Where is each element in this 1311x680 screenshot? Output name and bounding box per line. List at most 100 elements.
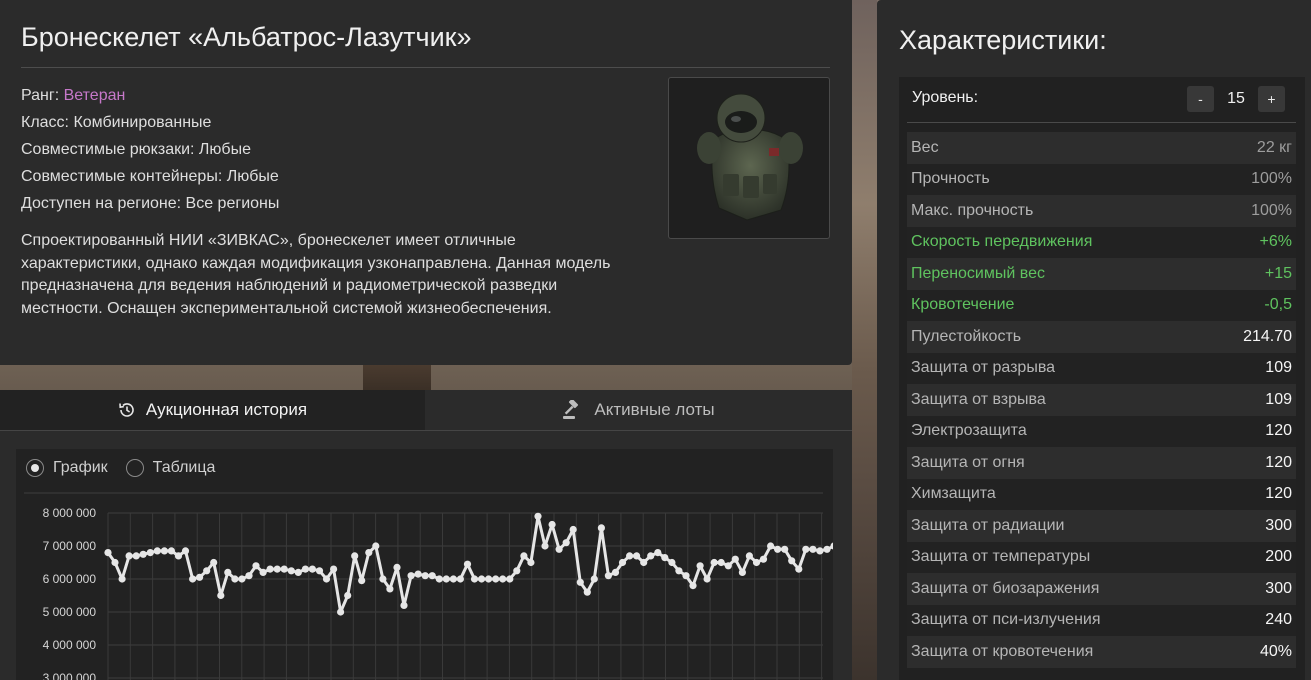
stat-value: 200 — [1265, 548, 1292, 566]
price-point — [315, 567, 324, 575]
price-point — [618, 558, 627, 567]
item-image — [668, 77, 830, 239]
stat-name: Химзащита — [911, 485, 996, 503]
price-point — [287, 567, 295, 575]
price-point — [569, 525, 577, 534]
price-point — [463, 560, 472, 568]
price-point — [478, 575, 486, 583]
class-line: Класс: Комбинированные — [21, 114, 212, 131]
table-radio[interactable] — [125, 459, 144, 477]
price-point — [330, 565, 338, 573]
price-point — [555, 545, 563, 553]
price-point — [703, 575, 711, 583]
price-point — [266, 565, 274, 573]
stats-title: Характеристики: — [899, 25, 1107, 55]
graph-radio[interactable] — [26, 459, 44, 477]
stat-row: Химзащита 120 — [907, 478, 1296, 510]
price-point — [470, 575, 479, 583]
price-point — [696, 562, 704, 570]
price-point — [774, 545, 782, 553]
price-point — [365, 549, 373, 557]
price-point — [210, 558, 218, 567]
price-point — [597, 524, 606, 532]
containers-line: Совместимые контейнеры: Любые — [21, 168, 279, 185]
price-point — [731, 555, 739, 563]
stat-value: 120 — [1265, 485, 1292, 503]
price-point — [583, 588, 591, 596]
stat-value: 40% — [1259, 642, 1292, 660]
rank-label: Ранг: — [21, 87, 60, 104]
price-point — [633, 552, 641, 560]
stat-name: Защита от биозаражения — [911, 579, 1100, 597]
price-point — [781, 545, 789, 553]
price-point — [280, 565, 288, 573]
price-point — [513, 567, 521, 575]
price-point — [492, 575, 500, 583]
y-tick-label: 5 000 000 — [43, 605, 97, 619]
price-point — [449, 575, 457, 583]
price-point — [337, 608, 345, 616]
stat-row: Макс. прочность 100% — [907, 195, 1296, 227]
price-point — [661, 554, 669, 562]
price-point — [167, 547, 175, 555]
price-point — [139, 550, 147, 558]
y-tick-label: 6 000 000 — [43, 572, 97, 586]
price-point — [562, 539, 570, 547]
price-point — [816, 547, 824, 555]
price-point — [442, 575, 450, 583]
price-point — [174, 552, 183, 560]
stat-value: 120 — [1265, 422, 1292, 440]
price-point — [668, 558, 676, 567]
stat-name: Защита от разрыва — [911, 359, 1056, 377]
background-post — [363, 365, 431, 391]
stat-row: Защита от огня 120 — [907, 447, 1296, 479]
stat-row: Защита от разрыва 109 — [907, 352, 1296, 384]
stat-value: 109 — [1265, 390, 1292, 408]
tab-auction-history[interactable]: Аукционная история — [0, 390, 425, 430]
stat-name: Защита от кровотечения — [911, 642, 1094, 660]
stat-value: 100% — [1251, 201, 1292, 219]
stats-box: Уровень: - 15 + Вес 22 кг Прочность 100% Мак… — [899, 77, 1305, 680]
stat-value: 22 кг — [1256, 138, 1292, 156]
auction-tabs: Аукционная история Активные лоты — [0, 390, 852, 431]
history-icon — [118, 401, 136, 419]
price-point — [358, 577, 366, 585]
price-point — [273, 565, 281, 573]
price-point — [710, 558, 718, 567]
item-title: Бронескелет «Альбатрос-Лазутчик» — [21, 22, 472, 52]
price-point — [611, 568, 620, 576]
tab-active-lots[interactable]: Активные лоты — [425, 390, 852, 430]
price-point — [393, 563, 401, 571]
rank-line: Ранг: Ветеран — [21, 82, 279, 109]
level-increase-button[interactable]: + — [1258, 86, 1285, 112]
price-point — [689, 582, 697, 590]
price-point — [520, 552, 528, 560]
stat-name: Переносимый вес — [911, 264, 1045, 282]
price-point — [245, 572, 253, 580]
price-point — [640, 558, 648, 567]
item-info-panel: Бронескелет «Альбатрос-Лазутчик» Ранг: В… — [0, 0, 852, 365]
price-point — [541, 542, 549, 550]
graph-radio-label[interactable]: График — [53, 459, 108, 477]
title-divider — [21, 67, 830, 68]
price-point — [724, 562, 732, 570]
price-history-chart: 8 000 000 7 000 000 6 000 000 5 000 000 4 00… — [24, 492, 833, 680]
table-radio-label[interactable]: Таблица — [153, 459, 216, 477]
price-point — [252, 562, 260, 570]
gavel-icon — [562, 400, 584, 420]
stat-row: Электрозащита 120 — [907, 415, 1296, 447]
item-properties: Ранг: Ветеран Класс: Комбинированные Сов… — [21, 82, 279, 217]
price-point — [104, 549, 112, 557]
price-point — [238, 575, 246, 583]
level-decrease-button[interactable]: - — [1187, 86, 1214, 112]
stat-value: 100% — [1251, 170, 1292, 188]
stat-row: Переносимый вес +15 — [907, 258, 1296, 290]
price-point — [499, 575, 507, 583]
price-point — [125, 552, 133, 560]
stat-name: Защита от радиации — [911, 516, 1065, 534]
level-row: Уровень: - 15 + — [899, 77, 1305, 122]
price-point — [506, 575, 514, 583]
price-point — [111, 558, 119, 567]
price-point — [322, 575, 331, 583]
price-point — [344, 591, 352, 600]
